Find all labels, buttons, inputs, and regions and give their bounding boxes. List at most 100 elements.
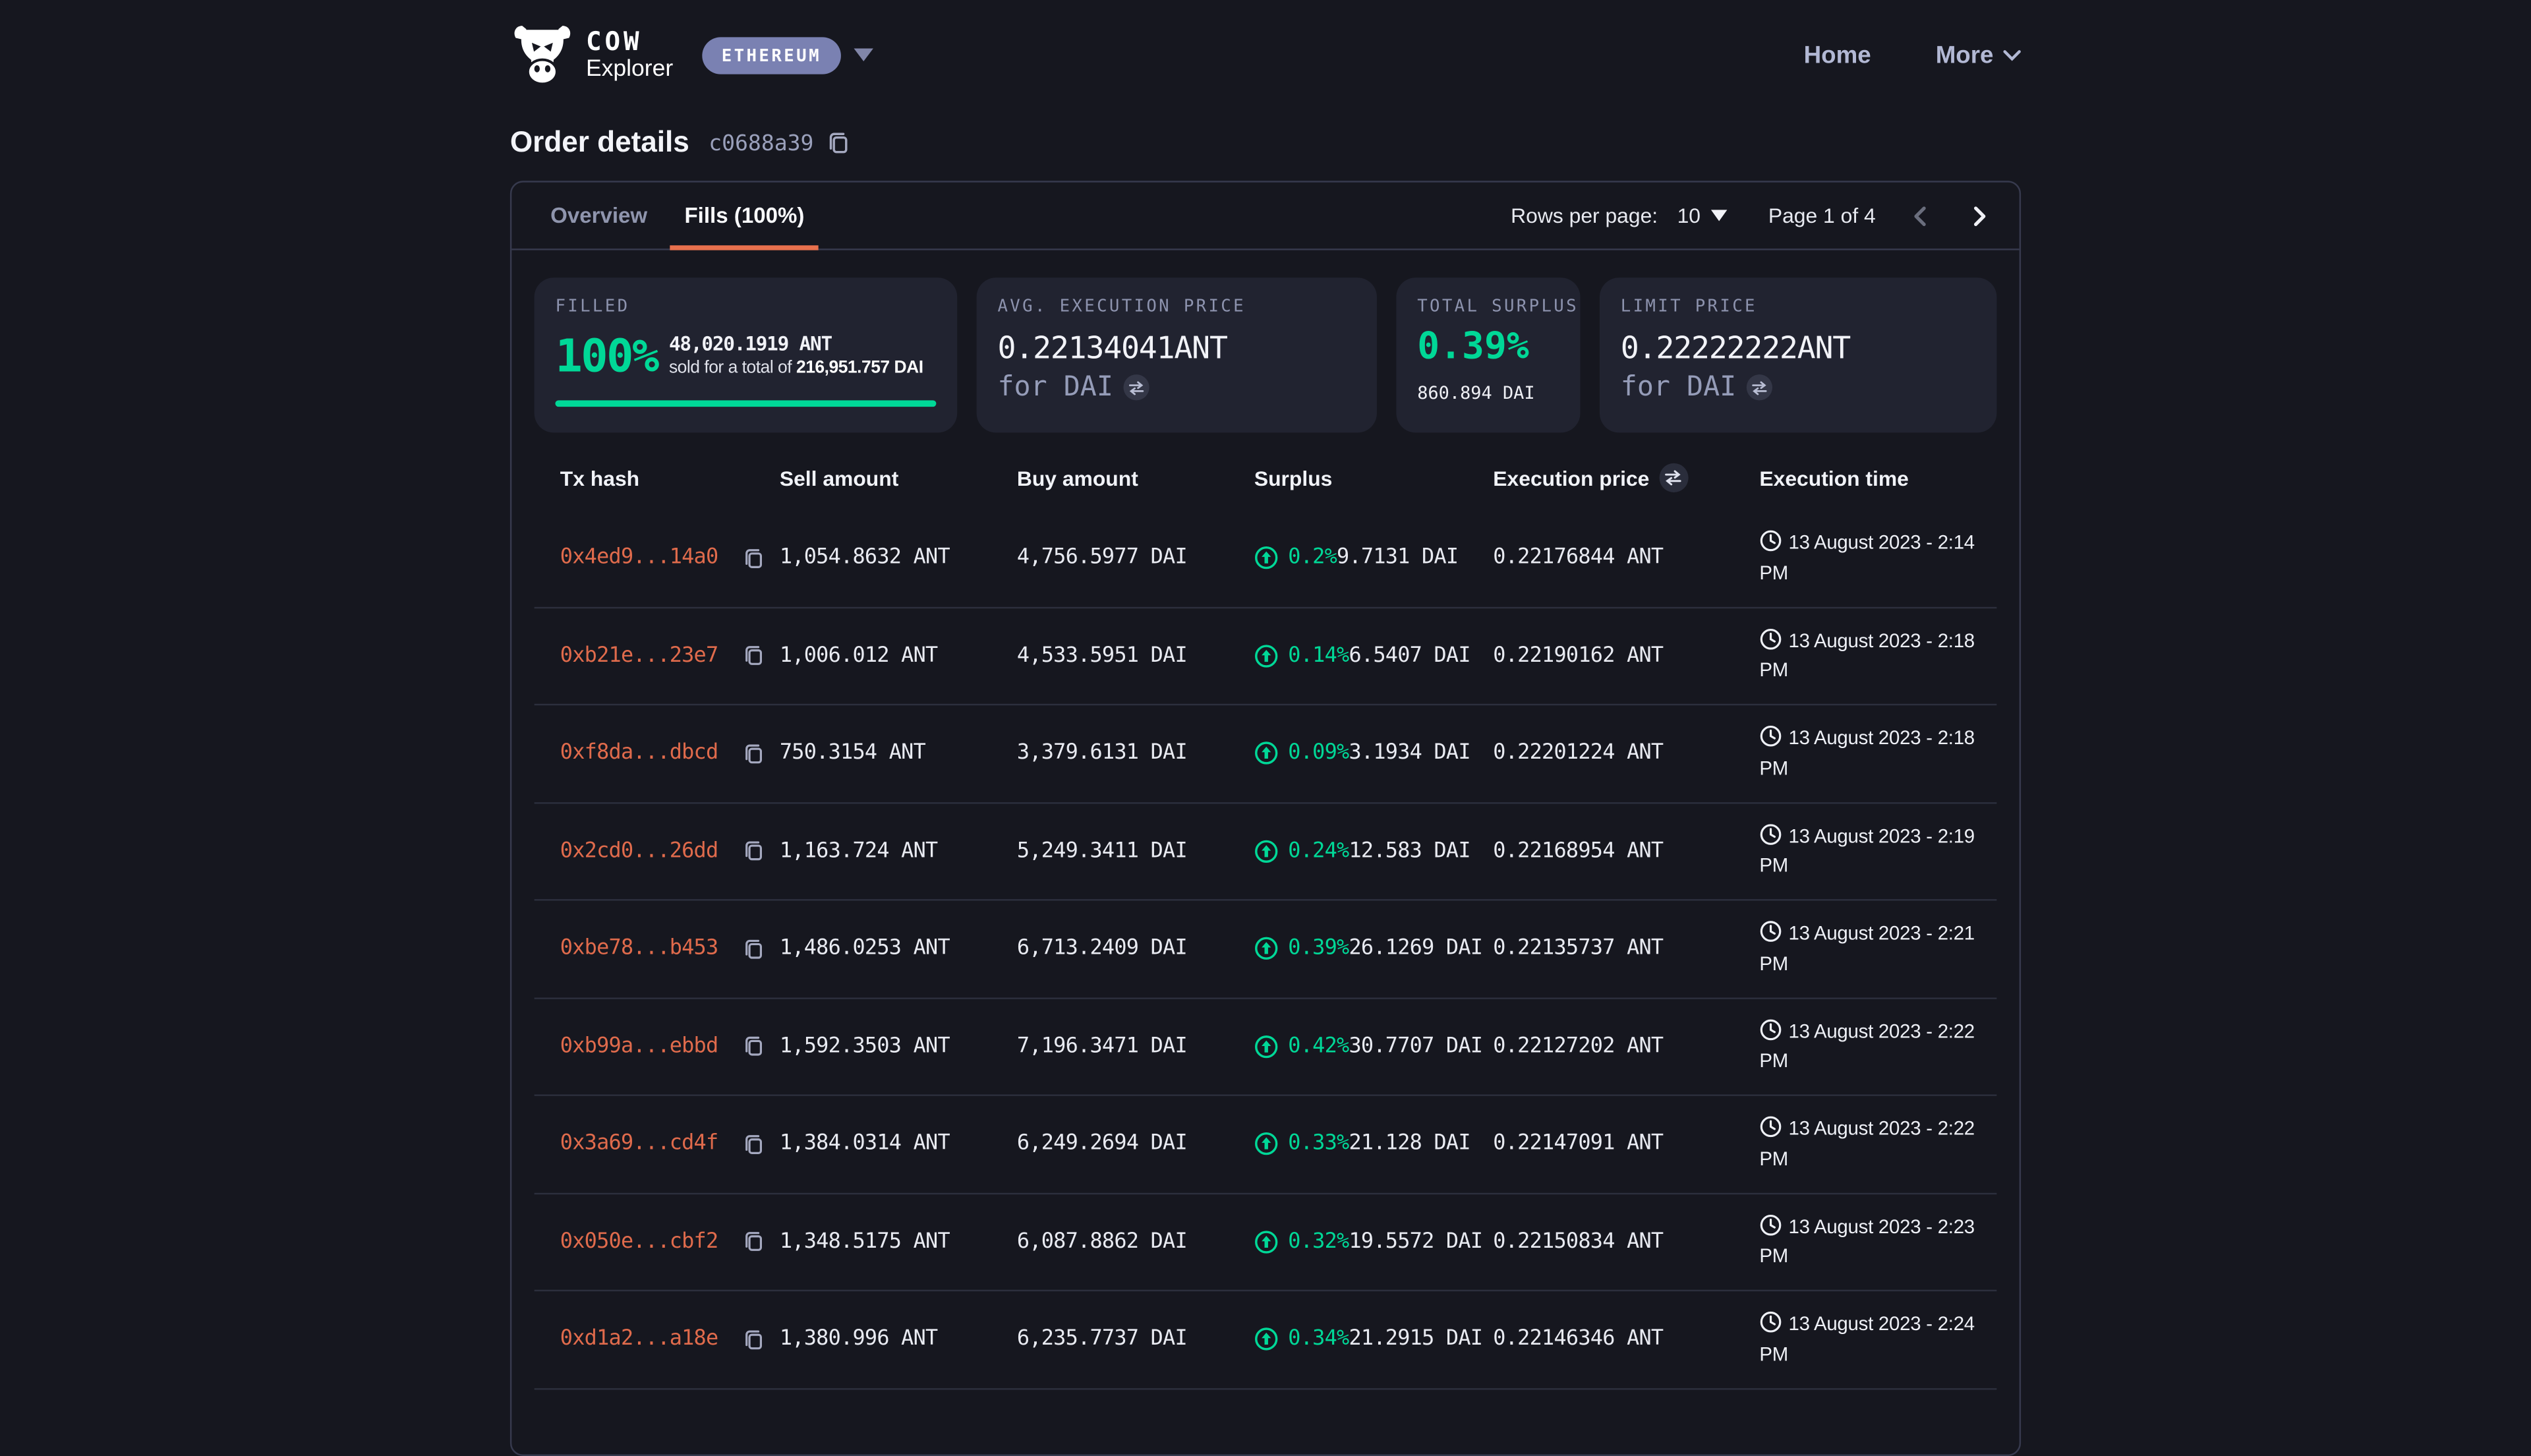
page-header: Order details c0688a39: [510, 126, 2021, 160]
toggle-price-direction-button[interactable]: [1659, 463, 1688, 492]
avg-execution-price-unit: for DAI: [997, 371, 1356, 403]
surplus-percent: 0.2%: [1288, 546, 1337, 570]
fills-table-row: 0xf8da...dbcd 750.3154 ANT 3,379.6131 DA…: [535, 705, 1997, 803]
copy-tx-hash-button[interactable]: [742, 1133, 765, 1155]
fills-table-row: 0x050e...cbf2 1,348.5175 ANT 6,087.8862 …: [535, 1194, 1997, 1291]
column-surplus: Surplus: [1254, 466, 1493, 490]
copy-tx-hash-button[interactable]: [742, 547, 765, 569]
tab-bar: Overview Fills (100%) Rows per page: 10 …: [511, 183, 2019, 250]
sell-amount-cell: 1,006.012 ANT: [780, 644, 1017, 668]
limit-price-unit: for DAI: [1621, 371, 1976, 403]
copy-tx-hash-button[interactable]: [742, 742, 765, 765]
clock-icon: [1759, 627, 1782, 650]
copy-tx-hash-button[interactable]: [742, 645, 765, 667]
surplus-percent: 0.09%: [1288, 742, 1349, 766]
execution-price-cell: 0.22146346 ANT: [1493, 1327, 1759, 1352]
tx-hash-cell: 0xb99a...ebbd: [560, 1034, 780, 1059]
tx-hash-cell: 0xd1a2...a18e: [560, 1327, 780, 1352]
execution-price-cell: 0.22127202 ANT: [1493, 1034, 1759, 1059]
buy-amount-cell: 6,087.8862 DAI: [1017, 1230, 1254, 1254]
copy-icon: [742, 547, 765, 569]
main-nav: Home More: [1804, 41, 2021, 69]
tx-hash-link[interactable]: 0x2cd0...26dd: [560, 839, 718, 863]
copy-icon: [742, 1035, 765, 1057]
page-indicator: Page 1 of 4: [1768, 204, 1876, 228]
buy-amount-cell: 3,379.6131 DAI: [1017, 742, 1254, 766]
tx-hash-link[interactable]: 0x050e...cbf2: [560, 1230, 718, 1254]
surplus-amount: 6.5407 DAI: [1349, 644, 1470, 668]
tx-hash-link[interactable]: 0x4ed9...14a0: [560, 546, 718, 570]
fill-progress-bar: [555, 400, 936, 407]
clock-icon: [1759, 1018, 1782, 1040]
network-dropdown-caret-icon[interactable]: [854, 48, 873, 61]
invert-price-button[interactable]: [1746, 374, 1772, 400]
tab-fills[interactable]: Fills (100%): [670, 183, 819, 248]
rows-per-page-select[interactable]: 10: [1677, 204, 1727, 228]
tx-hash-cell: 0xb21e...23e7: [560, 644, 780, 668]
invert-price-button[interactable]: [1123, 374, 1149, 400]
logo-text: COW Explorer: [586, 28, 673, 81]
clock-icon: [1759, 1311, 1782, 1333]
surplus-up-icon: [1254, 1230, 1279, 1254]
tx-hash-link[interactable]: 0x3a69...cd4f: [560, 1132, 718, 1156]
network-selector-badge[interactable]: ETHEREUM: [702, 36, 840, 73]
tx-hash-link[interactable]: 0xd1a2...a18e: [560, 1327, 718, 1352]
surplus-cell: 0.42% 30.7707 DAI: [1254, 1034, 1493, 1059]
execution-time-cell: 13 August 2023 - 2:22 PM: [1759, 1114, 1996, 1174]
cow-explorer-logo[interactable]: COW Explorer: [510, 22, 673, 87]
tab-overview[interactable]: Overview: [536, 183, 662, 248]
nav-home[interactable]: Home: [1804, 41, 1871, 69]
next-page-button[interactable]: [1966, 202, 1992, 228]
surplus-amount: 19.5572 DAI: [1349, 1230, 1482, 1254]
tx-hash-cell: 0xf8da...dbcd: [560, 742, 780, 766]
surplus-cell: 0.39% 26.1269 DAI: [1254, 937, 1493, 961]
tx-hash-link[interactable]: 0xbe78...b453: [560, 937, 718, 961]
avg-execution-price-label: AVG. EXECUTION PRICE: [997, 297, 1356, 316]
filled-card: FILLED 100% 48,020.1919 ANT sold for a t…: [535, 277, 958, 432]
buy-amount-cell: 4,756.5977 DAI: [1017, 546, 1254, 570]
previous-page-button[interactable]: [1908, 202, 1934, 228]
column-execution-price: Execution price: [1493, 463, 1759, 492]
surplus-amount: 21.128 DAI: [1349, 1132, 1470, 1156]
surplus-up-icon: [1254, 937, 1279, 961]
total-surplus-amount: 860.894 DAI: [1417, 382, 1559, 403]
tx-hash-cell: 0xbe78...b453: [560, 937, 780, 961]
surplus-cell: 0.14% 6.5407 DAI: [1254, 644, 1493, 668]
nav-more[interactable]: More: [1936, 41, 2021, 69]
rows-per-page-label: Rows per page:: [1511, 204, 1658, 228]
tx-hash-link[interactable]: 0xb21e...23e7: [560, 644, 718, 668]
sell-amount-cell: 1,348.5175 ANT: [780, 1230, 1017, 1254]
copy-order-id-button[interactable]: [827, 131, 851, 155]
copy-tx-hash-button[interactable]: [742, 1328, 765, 1351]
fills-table-row: 0xb99a...ebbd 1,592.3503 ANT 7,196.3471 …: [535, 999, 1997, 1096]
surplus-amount: 12.583 DAI: [1349, 839, 1470, 863]
execution-time-cell: 13 August 2023 - 2:22 PM: [1759, 1016, 1996, 1076]
select-caret-icon: [1710, 210, 1726, 221]
copy-tx-hash-button[interactable]: [742, 1231, 765, 1253]
copy-icon: [742, 645, 765, 667]
column-buy-amount: Buy amount: [1017, 466, 1254, 490]
total-surplus-label: TOTAL SURPLUS: [1417, 297, 1559, 316]
sell-amount-cell: 1,486.0253 ANT: [780, 937, 1017, 961]
execution-price-cell: 0.22201224 ANT: [1493, 742, 1759, 766]
copy-tx-hash-button[interactable]: [742, 840, 765, 862]
surplus-cell: 0.2% 9.7131 DAI: [1254, 546, 1493, 570]
copy-tx-hash-button[interactable]: [742, 937, 765, 960]
clock-icon: [1759, 1213, 1782, 1236]
column-execution-time: Execution time: [1759, 466, 1996, 490]
tx-hash-link[interactable]: 0xb99a...ebbd: [560, 1034, 718, 1059]
chevron-down-icon: [2003, 49, 2021, 61]
copy-icon: [742, 937, 765, 960]
fills-table-row: 0xb21e...23e7 1,006.012 ANT 4,533.5951 D…: [535, 608, 1997, 705]
copy-icon: [742, 1133, 765, 1155]
fills-table-header: Tx hash Sell amount Buy amount Surplus E…: [535, 432, 1997, 510]
fills-table-body: 0x4ed9...14a0 1,054.8632 ANT 4,756.5977 …: [511, 510, 2019, 1389]
tx-hash-link[interactable]: 0xf8da...dbcd: [560, 742, 718, 766]
execution-time-cell: 13 August 2023 - 2:18 PM: [1759, 724, 1996, 784]
filled-sold-total: sold for a total of 216,951.757 DAI: [669, 357, 923, 380]
surplus-up-icon: [1254, 1327, 1279, 1352]
surplus-up-icon: [1254, 546, 1279, 570]
column-sell-amount: Sell amount: [780, 466, 1017, 490]
copy-tx-hash-button[interactable]: [742, 1035, 765, 1057]
avg-execution-price-value: 0.22134041ANT: [997, 331, 1356, 366]
